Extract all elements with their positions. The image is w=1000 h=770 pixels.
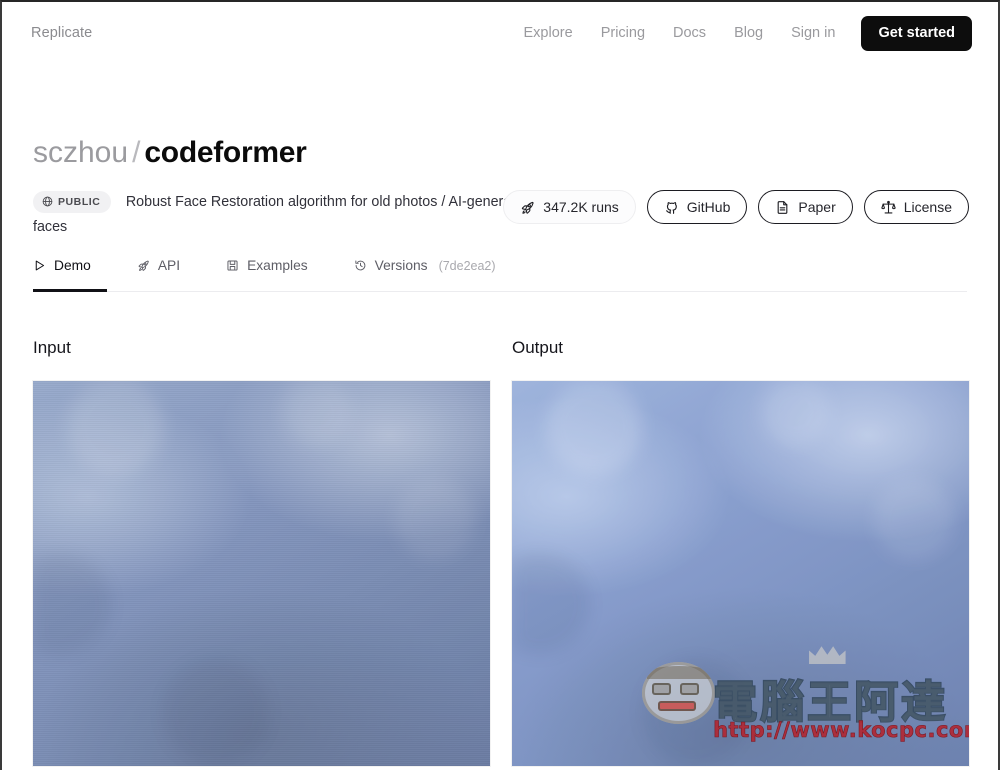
tab-versions[interactable]: Versions (7de2ea2) (354, 258, 496, 273)
save-icon (226, 259, 239, 272)
model-action-pills: 347.2K runs GitHub Paper License (503, 190, 969, 224)
globe-icon (42, 196, 53, 207)
scales-icon (881, 200, 896, 215)
browser-window: Replicate Explore Pricing Docs Blog Sign… (0, 0, 1000, 770)
nav-blog[interactable]: Blog (734, 25, 763, 41)
output-photo-scene (512, 381, 969, 766)
top-navigation-bar: Replicate Explore Pricing Docs Blog Sign… (2, 2, 998, 64)
history-icon (354, 259, 367, 272)
tab-bar: Demo API Examples Versions (7de2ea2) (33, 258, 967, 292)
output-panel-label: Output (512, 338, 564, 357)
photo-backdrop-mottle (512, 381, 969, 766)
status-badge-label: PUBLIC (58, 195, 101, 208)
brand-logo[interactable]: Replicate (31, 25, 92, 41)
model-description-row: PUBLIC Robust Face Restoration algorithm… (33, 190, 533, 240)
tab-api[interactable]: API (137, 258, 180, 273)
status-badge: PUBLIC (33, 190, 112, 213)
page-title: sczhou / codeformer (33, 133, 307, 173)
model-owner-link[interactable]: sczhou (33, 136, 128, 169)
paper-pill[interactable]: Paper (758, 190, 853, 224)
paper-pill-label: Paper (798, 199, 836, 215)
play-icon (33, 259, 46, 272)
tab-demo-label: Demo (54, 258, 91, 273)
nav-docs[interactable]: Docs (673, 25, 706, 41)
license-pill-label: License (903, 199, 952, 215)
rocket-icon (137, 259, 150, 272)
document-icon (775, 200, 790, 215)
model-title-block: sczhou / codeformer (33, 133, 307, 173)
nav-explore[interactable]: Explore (524, 25, 573, 41)
runs-pill[interactable]: 347.2K runs (503, 190, 636, 224)
github-pill[interactable]: GitHub (646, 190, 748, 224)
title-separator: / (132, 136, 141, 169)
tab-examples[interactable]: Examples (226, 258, 308, 273)
tab-examples-label: Examples (247, 258, 308, 273)
model-name: codeformer (144, 136, 307, 169)
rocket-icon (520, 200, 535, 215)
tab-active-indicator (33, 289, 107, 292)
tab-versions-hash: (7de2ea2) (438, 258, 496, 273)
nav-signin[interactable]: Sign in (791, 25, 835, 41)
input-image[interactable] (33, 381, 490, 766)
page-root: Replicate Explore Pricing Docs Blog Sign… (2, 2, 998, 770)
nav-pricing[interactable]: Pricing (601, 25, 645, 41)
runs-pill-label: 347.2K runs (543, 199, 619, 215)
input-photo-scene (33, 381, 490, 766)
get-started-button[interactable]: Get started (861, 15, 972, 51)
photo-backdrop-mottle (33, 381, 490, 766)
tab-bar-divider (33, 291, 967, 292)
input-panel-label: Input (33, 338, 71, 357)
tab-versions-label: Versions (374, 258, 428, 273)
output-image[interactable]: 電腦王阿達 http://www.kocpc.com.tw (512, 381, 969, 766)
github-pill-label: GitHub (686, 199, 731, 215)
tab-demo[interactable]: Demo (33, 258, 91, 273)
tab-api-label: API (157, 258, 181, 273)
license-pill[interactable]: License (863, 190, 969, 224)
github-icon (664, 200, 679, 215)
